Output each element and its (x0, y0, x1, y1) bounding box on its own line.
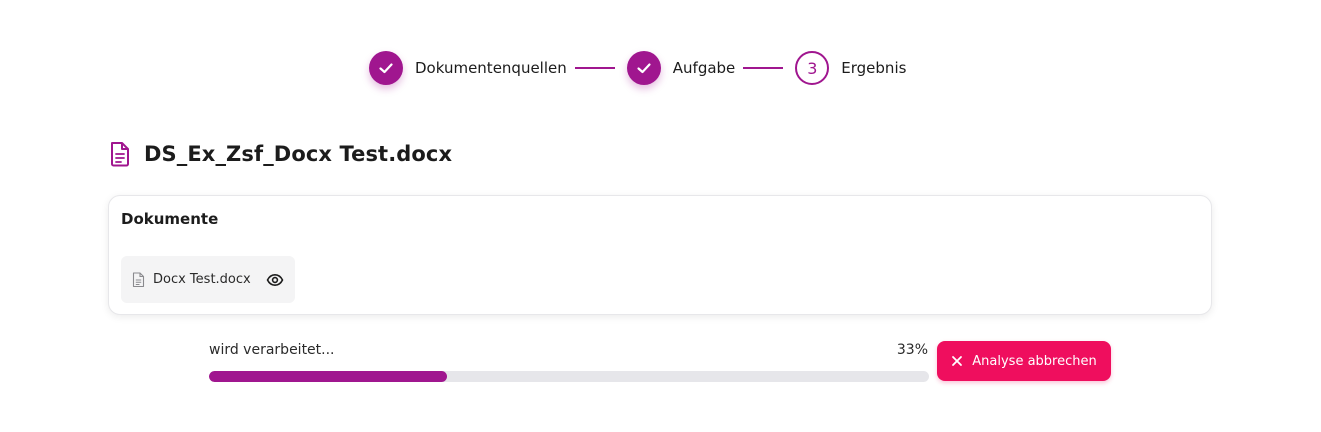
progress-percent: 33% (896, 342, 928, 358)
analysis-page: Dokumentenquellen Aufgabe 3 Ergebnis DS_… (0, 0, 1321, 432)
step-aufgabe[interactable]: Aufgabe (626, 51, 736, 85)
step-connector (574, 67, 615, 69)
step-done-indicator (369, 51, 403, 85)
file-icon (132, 271, 145, 287)
card-title: Dokumente (121, 210, 219, 228)
eye-icon[interactable] (266, 271, 284, 289)
check-icon (379, 63, 393, 74)
check-icon (637, 63, 651, 74)
documents-card: Dokumente Docx Test.docx (108, 195, 1212, 315)
step-done-indicator (626, 51, 661, 85)
close-icon (952, 356, 963, 366)
progress-bar (209, 371, 929, 382)
progress-status: wird verarbeitet... (209, 342, 335, 358)
document-name: Docx Test.docx (153, 272, 251, 287)
step-label: Dokumentenquellen (415, 59, 567, 77)
document-chip[interactable]: Docx Test.docx (121, 256, 295, 303)
step-number-indicator: 3 (795, 51, 830, 85)
stepper: Dokumentenquellen Aufgabe 3 Ergebnis (369, 51, 906, 85)
step-label: Aufgabe (672, 59, 736, 77)
step-ergebnis[interactable]: 3 Ergebnis (795, 51, 906, 85)
cancel-button-label: Analyse abbrechen (972, 353, 1097, 369)
step-dokumentenquellen[interactable]: Dokumentenquellen (369, 51, 567, 85)
step-connector (743, 67, 784, 69)
progress-fill (209, 371, 447, 382)
document-icon (111, 142, 129, 167)
cancel-analysis-button[interactable]: Analyse abbrechen (937, 341, 1111, 381)
document-header: DS_Ex_Zsf_Docx Test.docx (108, 140, 452, 168)
step-label: Ergebnis (841, 59, 907, 77)
document-title: DS_Ex_Zsf_Docx Test.docx (144, 142, 453, 166)
